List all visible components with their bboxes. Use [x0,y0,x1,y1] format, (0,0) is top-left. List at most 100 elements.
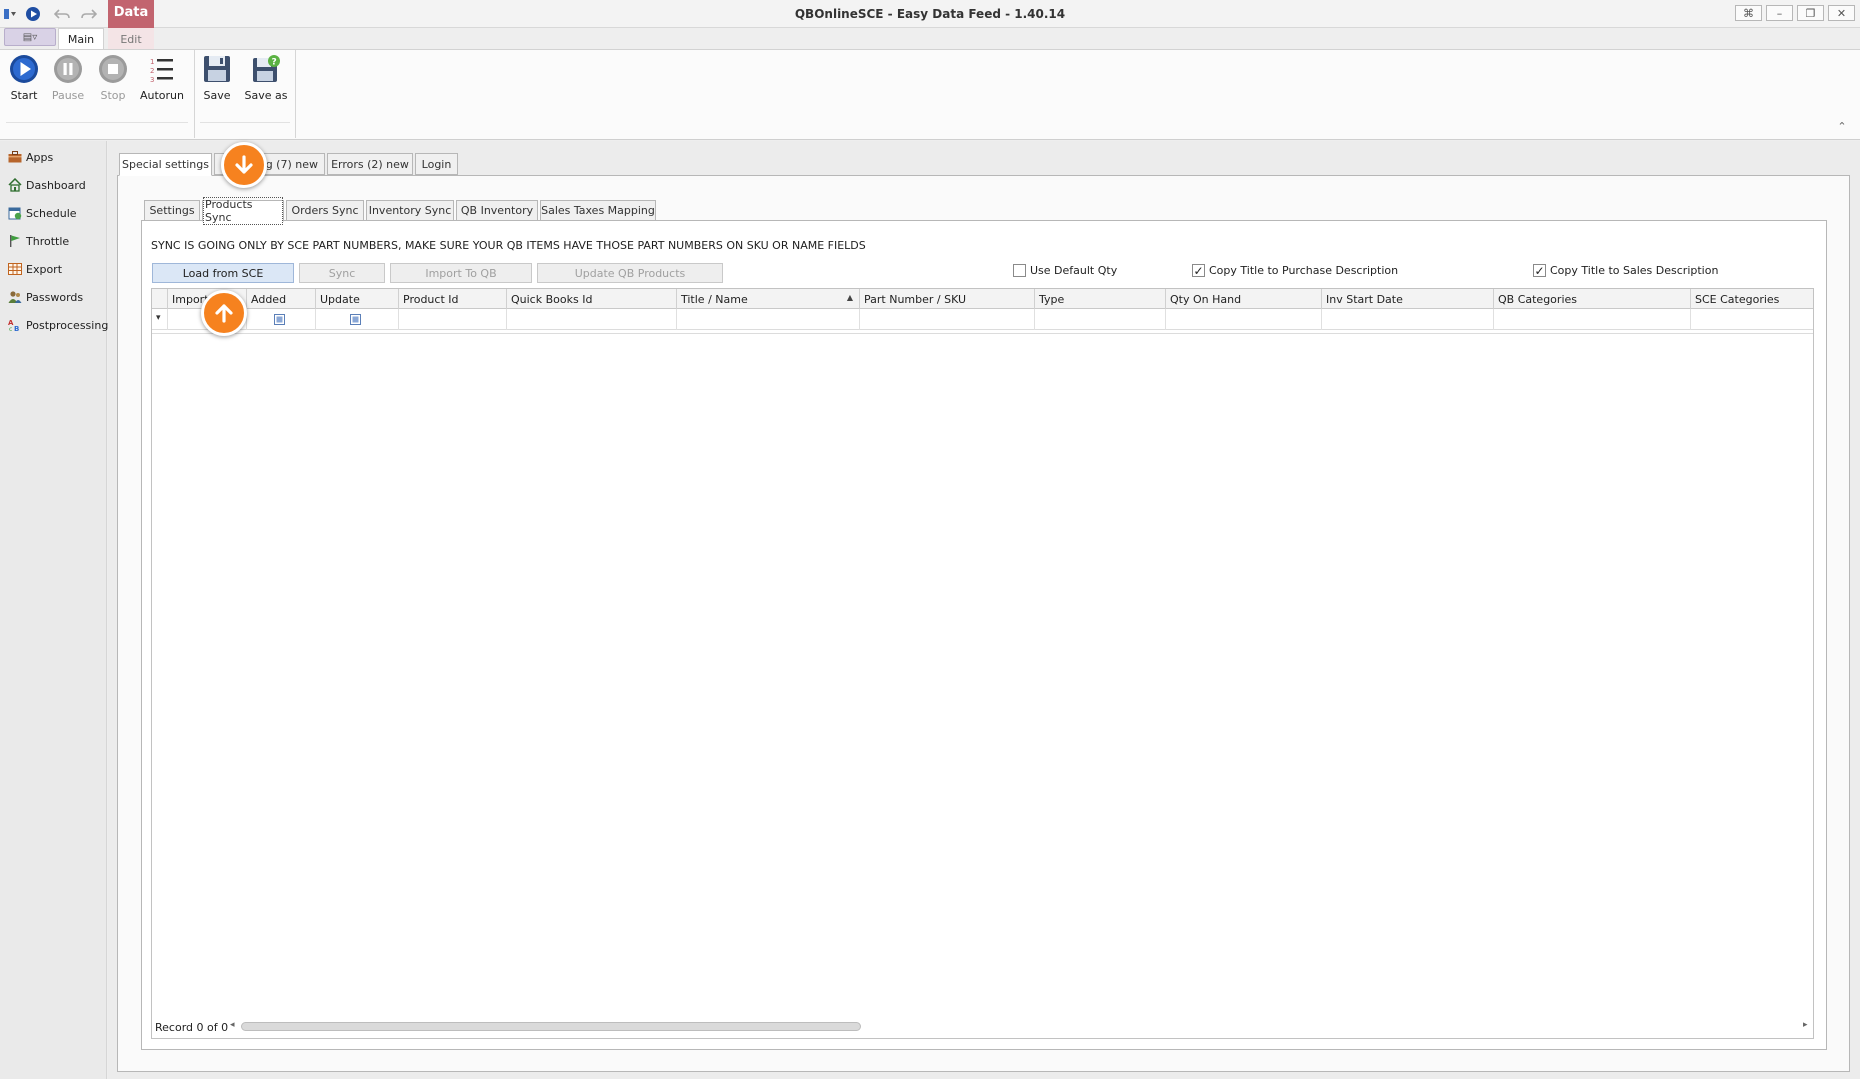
column-header-qty-on-hand[interactable]: Qty On Hand [1165,289,1321,309]
start-button[interactable]: Start [7,54,41,106]
import-to-qb-button[interactable]: Import To QB [390,263,532,283]
column-header-title-name[interactable]: Title / Name ▲ [676,289,859,309]
autorun-button[interactable]: 1 2 3 Autorun [140,54,184,106]
filter-cell-product-id[interactable] [398,309,506,330]
window-title: QBOnlineSCE - Easy Data Feed - 1.40.14 [794,7,1066,21]
checkbox-label: Use Default Qty [1030,264,1118,277]
tab-products-sync[interactable]: Products Sync [202,197,284,225]
checkbox-label: Copy Title to Purchase Description [1209,264,1399,277]
filter-cell-title-name[interactable] [676,309,859,330]
save-as-label: Save as [244,89,288,102]
table-icon [7,261,23,277]
column-header-sce-categories[interactable]: SCE Categories [1690,289,1813,309]
sidebar-item-passwords[interactable]: Passwords [7,286,83,308]
window-maximize-button[interactable]: ❐ [1797,5,1824,21]
filter-cell-qty-on-hand[interactable] [1165,309,1321,330]
start-label: Start [10,89,38,102]
filter-cell-update[interactable] [315,309,398,330]
stop-button[interactable]: Stop [96,54,130,106]
users-icon [7,289,23,305]
pause-label: Pause [51,89,85,102]
tutorial-marker-up [201,290,247,336]
floppy-icon [204,56,230,82]
play-icon [10,55,38,83]
svg-text:B: B [14,325,19,332]
window-close-button[interactable]: ✕ [1828,5,1855,21]
copy-title-purchase-checkbox[interactable]: ✓ Copy Title to Purchase Description [1192,264,1398,277]
sidebar-item-export[interactable]: Export [7,258,62,280]
sidebar-item-apps[interactable]: Apps [7,146,53,168]
ribbon-group-caption-line [200,122,290,123]
save-button[interactable]: Save [200,54,234,106]
tab-orders-sync[interactable]: Orders Sync [286,200,364,221]
grid-divider [152,333,1813,334]
column-header-quick-books-id[interactable]: Quick Books Id [506,289,676,309]
use-default-qty-checkbox[interactable]: Use Default Qty [1013,264,1117,277]
column-header-inv-start-date[interactable]: Inv Start Date [1321,289,1493,309]
scroll-left-icon[interactable]: ◂ [230,1020,235,1030]
ribbon-tab-edit[interactable]: Edit [110,28,152,50]
sidebar-item-label: Passwords [26,290,84,304]
column-header-qb-categories[interactable]: QB Categories [1493,289,1690,309]
sidebar-item-throttle[interactable]: Throttle [7,230,69,252]
tab-inventory-sync[interactable]: Inventory Sync [366,200,454,221]
checkmark-icon: ✓ [1533,263,1546,278]
window-minimize-button[interactable]: – [1766,5,1793,21]
sync-button[interactable]: Sync [299,263,385,283]
sidebar-item-label: Dashboard [26,178,86,192]
svg-text:1: 1 [150,58,154,66]
tab-special-settings[interactable]: Special settings [119,153,212,176]
ribbon-group-separator [295,50,296,138]
sidebar-item-schedule[interactable]: Schedule [7,202,77,224]
column-header-type[interactable]: Type [1034,289,1165,309]
window-restore-button[interactable]: ⌘ [1735,5,1762,21]
tab-login[interactable]: Login [415,153,458,175]
sidebar-item-label: Apps [26,150,54,164]
load-from-sce-button[interactable]: Load from SCE [152,263,294,283]
calendar-icon [7,205,23,221]
filter-checkbox-icon[interactable] [274,314,285,325]
sidebar-item-label: Postprocessing [26,318,109,332]
house-icon [7,177,23,193]
sort-ascending-icon: ▲ [846,293,853,302]
application-menu-button[interactable]: ▤▿ [4,28,56,46]
abc-icon: ABc [7,317,23,333]
arrow-up-icon [215,304,233,323]
filter-cell-type[interactable] [1034,309,1165,330]
tab-products-sync-label: Products Sync [203,197,283,225]
tab-qb-inventory[interactable]: QB Inventory [456,200,538,221]
sidebar-item-postprocessing[interactable]: ABc Postprocessing [7,314,108,336]
list-icon: 1 2 3 [150,58,173,84]
filter-cell-sce-categories[interactable] [1690,309,1813,330]
filter-cell-inv-start-date[interactable] [1321,309,1493,330]
filter-checkbox-icon[interactable] [350,314,361,325]
save-as-button[interactable]: ? Save as [244,54,288,106]
tab-sales-taxes-mapping[interactable]: Sales Taxes Mapping [540,200,656,221]
filter-cell-qb-categories[interactable] [1493,309,1690,330]
filter-cell-quick-books-id[interactable] [506,309,676,330]
pause-icon [54,55,82,83]
ribbon-collapse-button[interactable]: ⌃ [1834,120,1850,136]
scroll-right-icon[interactable]: ▸ [1803,1020,1808,1030]
ribbon-group-separator [194,50,195,138]
checkbox-label: Copy Title to Sales Description [1550,264,1719,277]
tab-settings[interactable]: Settings [144,200,200,221]
sidebar-item-dashboard[interactable]: Dashboard [7,174,86,196]
column-header-product-id[interactable]: Product Id [398,289,506,309]
tab-errors[interactable]: Errors (2) new [327,153,413,175]
pause-button[interactable]: Pause [51,54,85,106]
filter-cell-part-number[interactable] [859,309,1034,330]
layout-icon: ▤▿ [22,31,38,43]
column-header-part-number[interactable]: Part Number / SKU [859,289,1034,309]
record-count: Record 0 of 0 [155,1021,229,1034]
filter-cell-added[interactable] [246,309,315,330]
update-qb-products-button[interactable]: Update QB Products [537,263,723,283]
copy-title-sales-checkbox[interactable]: ✓ Copy Title to Sales Description [1533,264,1718,277]
horizontal-scrollbar-thumb[interactable] [241,1022,861,1031]
svg-text:?: ? [272,58,277,68]
column-header-added[interactable]: Added [246,289,315,309]
sidebar-item-label: Schedule [26,206,77,220]
ribbon-tab-main[interactable]: Main [58,28,104,50]
column-header-update[interactable]: Update [315,289,398,309]
products-grid[interactable] [151,288,1814,1039]
